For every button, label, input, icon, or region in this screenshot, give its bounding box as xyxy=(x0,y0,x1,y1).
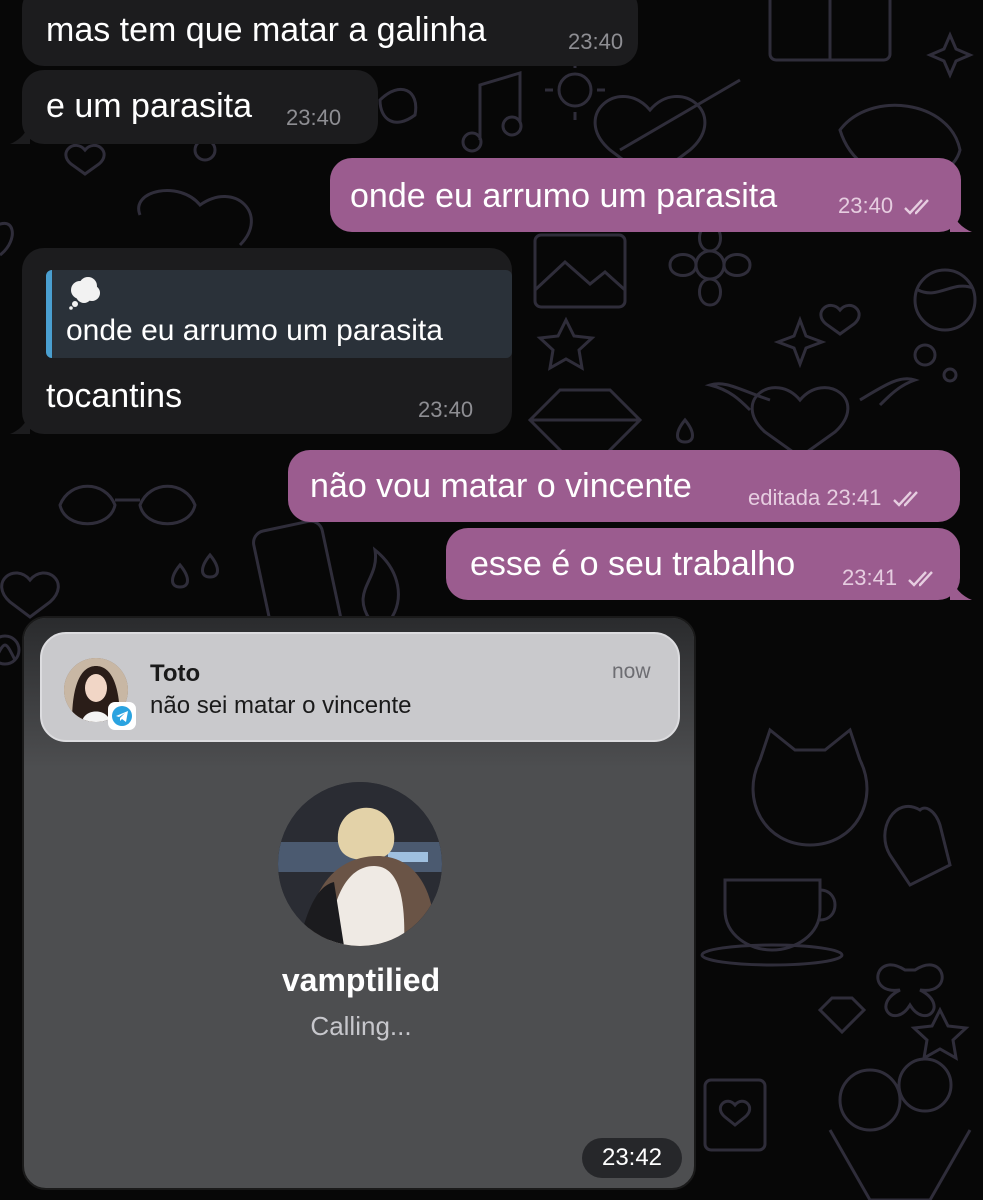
message-time: 23:41 xyxy=(842,565,898,590)
double-check-icon xyxy=(908,571,934,587)
bubble-tail xyxy=(10,410,30,434)
message-time: 23:41 xyxy=(826,485,882,510)
message-bubble-incoming[interactable]: e um parasita 23:40 xyxy=(22,70,378,144)
message-text: tocantins xyxy=(46,377,183,415)
message-bubble-outgoing[interactable]: não vou matar o vincente editada 23:41 xyxy=(288,450,960,522)
image-message[interactable]: Toto não sei matar o vincente now vampti… xyxy=(22,616,696,1190)
bubble-tail xyxy=(950,576,972,600)
message-text: esse é o seu trabalho xyxy=(470,545,796,583)
message-time: 23:40 xyxy=(568,29,624,54)
message-time: 23:40 xyxy=(838,193,894,218)
message-time: 23:42 xyxy=(582,1138,682,1178)
edited-label: editada xyxy=(748,485,821,510)
bubble-tail xyxy=(10,120,30,144)
bubble-tail xyxy=(950,208,972,232)
message-bubble-outgoing[interactable]: onde eu arrumo um parasita 23:40 xyxy=(330,158,961,232)
message-bubble-outgoing[interactable]: esse é o seu trabalho 23:41 xyxy=(446,528,960,600)
caller-name: vamptilied xyxy=(281,962,441,998)
message-meta: editada 23:41 xyxy=(748,486,924,510)
message-time: 23:40 xyxy=(418,397,474,422)
message-bubble-incoming[interactable]: mas tem que matar a galinha 23:40 xyxy=(22,0,638,66)
reply-accent-bar xyxy=(46,270,52,358)
message-text: não vou matar o vincente xyxy=(310,467,692,505)
double-check-icon xyxy=(892,491,918,507)
message-time: 23:40 xyxy=(286,105,342,130)
notification-message: não sei matar o vincente xyxy=(150,692,412,719)
telegram-icon xyxy=(108,702,136,730)
reply-text: onde eu arrumo um parasita xyxy=(66,314,443,347)
caller-photo xyxy=(278,782,442,946)
message-meta: 23:41 xyxy=(842,566,939,590)
reply-preview[interactable]: onde eu arrumo um parasita xyxy=(46,270,512,358)
notification-time: now xyxy=(612,660,651,683)
notification-sender: Toto xyxy=(150,660,201,687)
message-text: mas tem que matar a galinha xyxy=(46,11,487,49)
thought-balloon-icon xyxy=(69,277,100,310)
notification-banner: Toto não sei matar o vincente now xyxy=(40,632,680,742)
message-text: e um parasita xyxy=(46,87,252,125)
caller-avatar xyxy=(278,782,442,946)
message-text: onde eu arrumo um parasita xyxy=(350,177,778,215)
call-status: Calling... xyxy=(310,1011,412,1041)
message-bubble-incoming[interactable]: onde eu arrumo um parasita tocantins 23:… xyxy=(22,248,512,434)
double-check-icon xyxy=(904,199,930,215)
chat-view: mas tem que matar a galinha 23:40 e um p… xyxy=(0,0,983,1200)
message-meta: 23:40 xyxy=(838,194,935,218)
